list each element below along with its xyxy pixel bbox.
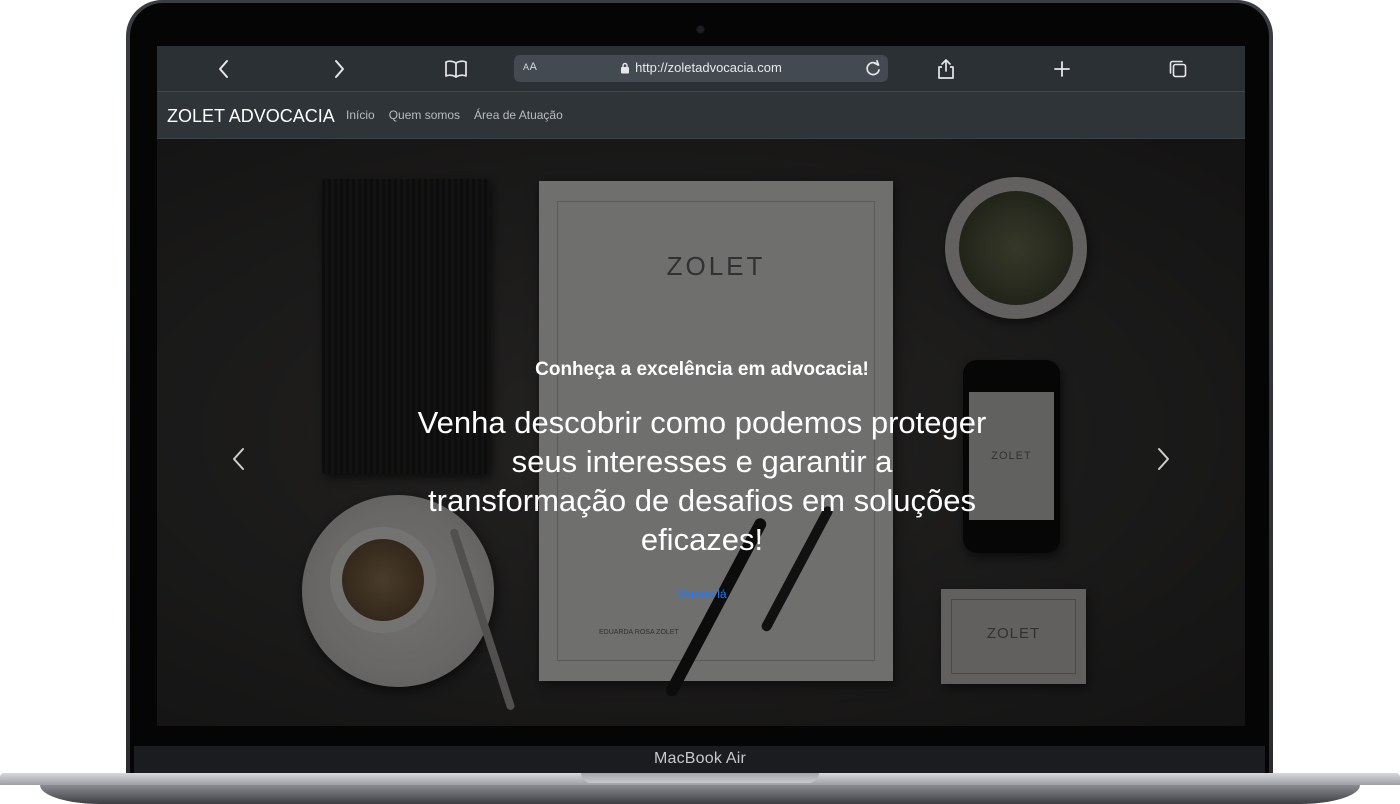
carousel-prev-button[interactable] (227, 439, 251, 479)
nav-link-inicio[interactable]: Início (346, 108, 375, 122)
chevron-left-icon (219, 60, 228, 78)
book-icon (445, 60, 467, 78)
url-text: http://zoletadvocacia.com (635, 60, 782, 75)
hero-caption: Conheça a excelência em advocacia! Venha… (417, 359, 987, 603)
hero-carousel: ZOLET EDUARDA ROSA ZOLET ZOLET ZOLET Con… (157, 139, 1245, 726)
hero-text: Venha descobrir como podemos proteger se… (417, 405, 987, 557)
device-label: MacBook Air (653, 750, 746, 767)
tabs-overview-button[interactable] (1163, 54, 1193, 84)
site-brand[interactable]: ZOLET ADVOCACIA (167, 106, 335, 127)
chevron-right-icon (1158, 448, 1169, 470)
share-button[interactable] (931, 54, 961, 84)
bookmarks-button[interactable] (441, 54, 471, 84)
chevron-left-icon (233, 448, 244, 470)
lock-icon (621, 62, 630, 73)
back-button[interactable] (209, 54, 239, 84)
chevron-right-icon (335, 60, 344, 78)
carousel-next-button[interactable] (1151, 439, 1175, 479)
nav-link-quem-somos[interactable]: Quem somos (389, 108, 460, 122)
plus-icon (1054, 61, 1070, 77)
forward-button[interactable] (324, 54, 354, 84)
share-icon (938, 59, 954, 79)
browser-toolbar: AA http://zoletadvocacia.com (157, 46, 1245, 92)
laptop-base (0, 773, 1400, 804)
webcam (697, 26, 704, 33)
site-navbar: ZOLET ADVOCACIA Início Quem somos Área d… (157, 92, 1245, 139)
nav-link-area-de-atuacao[interactable]: Área de Atuação (474, 108, 563, 122)
hero-cta-link[interactable]: Vamos lá (677, 587, 726, 601)
address-bar[interactable]: AA http://zoletadvocacia.com (514, 55, 888, 82)
lid-notch (581, 773, 819, 783)
new-tab-button[interactable] (1047, 54, 1077, 84)
hero-title: Conheça a excelência em advocacia! (535, 359, 869, 380)
reload-icon[interactable] (863, 59, 883, 79)
tabs-icon (1169, 60, 1187, 78)
screen: AA http://zoletadvocacia.com ZOLET ADVOC… (157, 46, 1245, 726)
nav-links: Início Quem somos Área de Atuação (346, 108, 563, 122)
